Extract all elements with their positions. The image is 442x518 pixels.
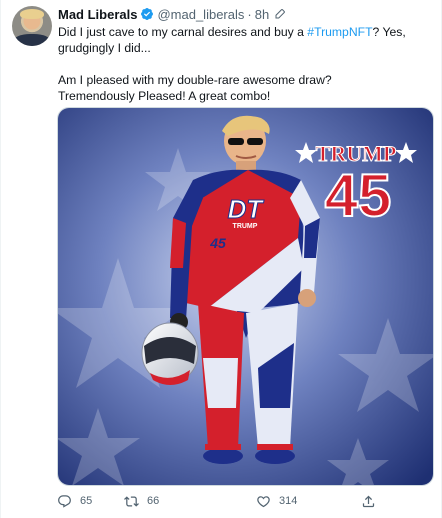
share-icon <box>362 495 375 507</box>
tweet-image[interactable]: TRUMP 45 DT TRUMP 45 <box>57 107 434 486</box>
author-handle[interactable]: @mad_liberals <box>157 7 244 22</box>
nft-number: 45 <box>325 162 392 229</box>
verified-badge-icon <box>140 7 154 21</box>
tweet-text: Did I just cave to my carnal desires and… <box>58 24 428 104</box>
retweet-icon <box>124 495 139 507</box>
avatar-hair <box>20 9 44 19</box>
retweet-button[interactable]: 66 <box>124 491 159 511</box>
tweet-time[interactable]: 8h <box>255 7 269 22</box>
tweet-header: Mad Liberals @mad_liberals · 8h <box>58 6 286 22</box>
like-count: 314 <box>279 495 298 507</box>
reply-button[interactable]: 65 <box>57 491 92 511</box>
reply-count: 65 <box>80 495 93 507</box>
retweet-count: 66 <box>147 495 160 507</box>
tweet-text-segment: Did I just cave to my carnal desires and… <box>58 25 308 39</box>
tweet-line-3: Tremendously Pleased! A great combo! <box>58 89 271 103</box>
tweet-actions: 65 66 314 <box>57 491 377 511</box>
chest-logo: DT <box>228 194 265 224</box>
nft-artwork: TRUMP 45 DT TRUMP 45 <box>58 108 433 485</box>
header-separator: · <box>247 6 252 22</box>
like-button[interactable]: 314 <box>256 491 297 511</box>
reply-icon <box>58 494 71 508</box>
suit-number: 45 <box>209 235 226 251</box>
tweet-line-1: Did I just cave to my carnal desires and… <box>58 24 428 56</box>
edit-icon[interactable] <box>274 8 286 20</box>
hashtag-link[interactable]: #TrumpNFT <box>307 25 372 39</box>
avatar-suit <box>14 34 50 46</box>
author-name[interactable]: Mad Liberals <box>58 7 137 22</box>
chest-logo-sub: TRUMP <box>233 223 258 230</box>
like-icon <box>257 495 270 507</box>
avatar[interactable] <box>12 6 52 46</box>
tweet-line-2: Am I pleased with my double-rare awesome… <box>58 73 332 87</box>
share-button[interactable] <box>361 491 376 511</box>
tweet-card[interactable]: Mad Liberals @mad_liberals · 8h Did I ju… <box>0 0 442 518</box>
